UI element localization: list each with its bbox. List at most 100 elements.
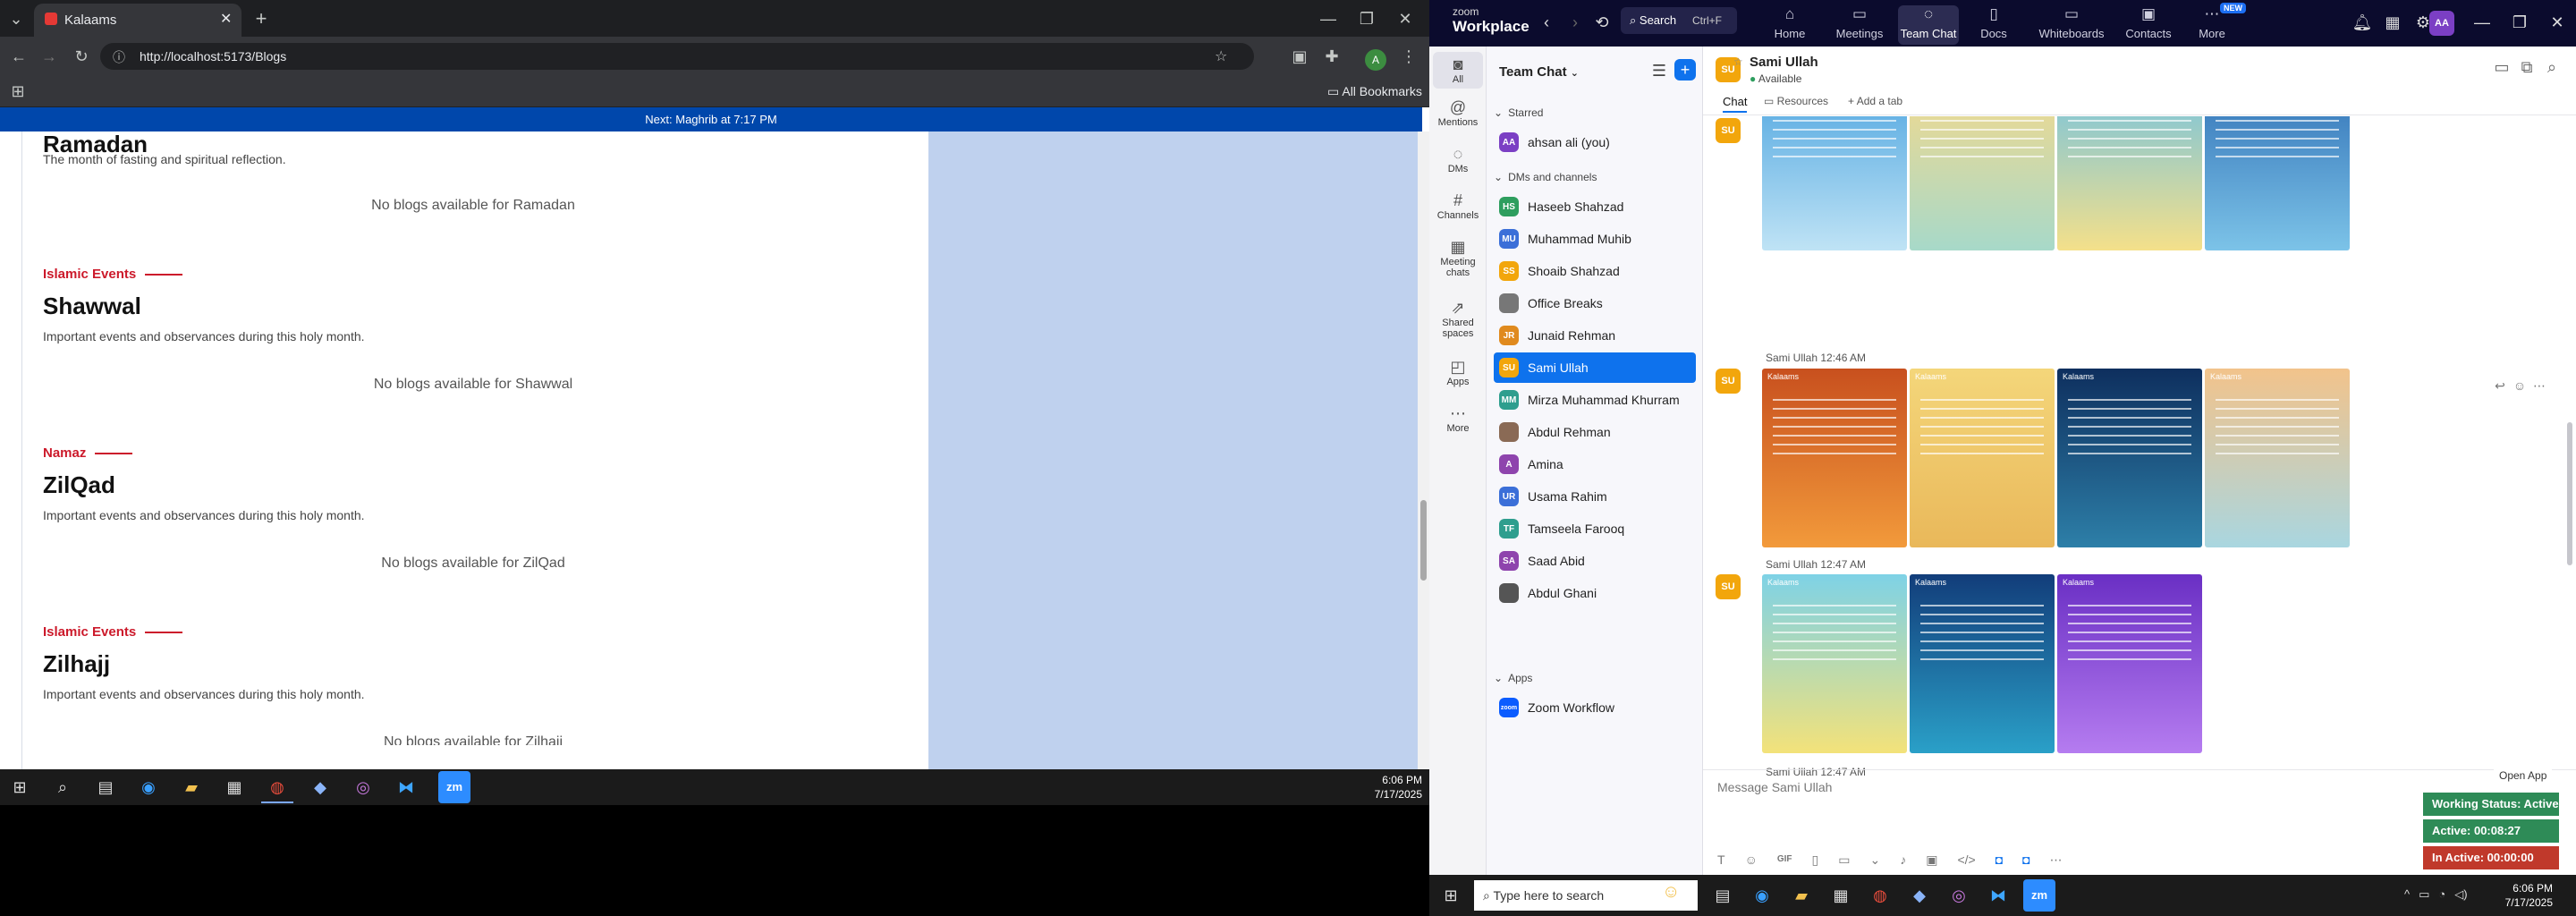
address-bar[interactable]: ⓘ http://localhost:5173/Blogs ☆ xyxy=(100,43,1254,70)
rail-apps[interactable]: ◰ Apps xyxy=(1433,358,1483,387)
back-icon[interactable]: ← xyxy=(5,43,32,70)
app-icon[interactable]: ◆ xyxy=(1903,879,1936,912)
shared-image[interactable]: Kalaams xyxy=(1762,574,1907,753)
scrollbar-thumb[interactable] xyxy=(1420,500,1427,581)
shared-image[interactable]: Kalaams xyxy=(1762,116,1907,250)
list-item[interactable]: MU Muhammad Muhib xyxy=(1494,224,1696,254)
calendar-icon[interactable]: ▦ xyxy=(2381,9,2404,36)
tab-meetings[interactable]: ▭ Meetings xyxy=(1832,5,1887,45)
zoom-taskbar-icon[interactable]: zm xyxy=(2023,879,2055,912)
chrome-icon[interactable]: ◍ xyxy=(261,771,293,803)
message-input[interactable]: Message Sami Ullah xyxy=(1717,780,2415,825)
tab-home[interactable]: ⌂ Home xyxy=(1762,5,1818,45)
vscode-icon[interactable]: ⧓ xyxy=(390,771,422,803)
shared-image[interactable]: Kalaams xyxy=(1910,116,2055,250)
app-icon[interactable]: ◘ xyxy=(2022,852,2029,872)
rail-meeting-chats[interactable]: ▦ Meeting chats xyxy=(1433,238,1483,278)
zoom-taskbar-icon[interactable]: zm xyxy=(438,771,470,803)
search-icon[interactable]: ⌕ xyxy=(2540,54,2563,81)
notifications-icon[interactable]: 🔔︎ xyxy=(2351,9,2374,36)
github-icon[interactable]: ◎ xyxy=(347,771,379,803)
rail-channels[interactable]: # Channels xyxy=(1433,191,1483,221)
history-icon[interactable]: ⟲ xyxy=(1590,9,1614,36)
network-icon[interactable]: ▭ xyxy=(2419,887,2429,902)
rail-shared-spaces[interactable]: ⇗ Shared spaces xyxy=(1433,299,1483,339)
store-icon[interactable]: ▦ xyxy=(218,771,250,803)
vscode-icon[interactable]: ⧓ xyxy=(1982,879,2014,912)
team-chat-title[interactable]: Team Chat ⌄ xyxy=(1499,64,1579,80)
all-bookmarks-link[interactable]: ▭ All Bookmarks xyxy=(1327,84,1422,99)
format-text-icon[interactable]: T xyxy=(1717,852,1725,872)
maximize-icon[interactable]: ❐ xyxy=(1353,5,1380,32)
profile-avatar[interactable]: A xyxy=(1365,49,1386,71)
rail-all[interactable]: ◙ All xyxy=(1433,52,1483,89)
reload-icon[interactable]: ↻ xyxy=(68,43,95,70)
tab-whiteboards[interactable]: ▭ Whiteboards xyxy=(2034,5,2109,45)
microphone-icon[interactable]: ♪ xyxy=(1900,852,1906,872)
shared-image[interactable]: Kalaams xyxy=(2057,369,2202,547)
task-view-icon[interactable]: ▤ xyxy=(89,771,122,803)
tab-chat[interactable]: Chat xyxy=(1723,95,1748,113)
list-item[interactable]: UR Usama Rahim xyxy=(1494,481,1696,512)
tab-add[interactable]: + Add a tab xyxy=(1848,95,1902,107)
list-item[interactable]: SU Sami Ullah xyxy=(1494,352,1696,383)
close-window-icon[interactable]: ✕ xyxy=(1392,5,1419,32)
minimize-icon[interactable]: — xyxy=(2469,9,2496,36)
file-icon[interactable]: ▯ xyxy=(1812,852,1819,872)
video-call-icon[interactable]: ▭ xyxy=(2490,54,2513,81)
more-icon[interactable]: ⋯ xyxy=(2050,852,2063,872)
list-item[interactable]: Abdul Ghani xyxy=(1494,578,1696,608)
shared-image[interactable]: Kalaams xyxy=(2205,369,2350,547)
list-item[interactable]: AA ahsan ali (you) xyxy=(1494,127,1696,157)
close-window-icon[interactable]: ✕ xyxy=(2544,9,2571,36)
reply-icon[interactable]: ↩ xyxy=(2490,372,2510,399)
list-item[interactable]: Office Breaks xyxy=(1494,288,1696,318)
list-item[interactable]: JR Junaid Rehman xyxy=(1494,320,1696,351)
volume-icon[interactable]: ◁) xyxy=(2454,887,2467,902)
video-message-icon[interactable]: ▣ xyxy=(1926,852,1937,872)
file-explorer-icon[interactable]: ▰ xyxy=(1785,879,1818,912)
list-item[interactable]: HS Haseeb Shahzad xyxy=(1494,191,1696,222)
emoji-widget-icon[interactable]: ☺ xyxy=(1662,882,1680,903)
close-tab-icon[interactable]: ✕ xyxy=(220,10,232,28)
store-icon[interactable]: ▦ xyxy=(1825,879,1857,912)
code-icon[interactable]: </> xyxy=(1957,852,1975,872)
tab-docs[interactable]: ▯ Docs xyxy=(1971,5,2016,45)
list-item[interactable]: zoom Zoom Workflow xyxy=(1494,692,1696,723)
starred-section[interactable]: ⌄ Starred xyxy=(1494,102,1696,123)
minimize-icon[interactable]: — xyxy=(1315,5,1342,32)
search-button[interactable]: ⌕ Search Ctrl+F xyxy=(1621,7,1737,34)
maximize-icon[interactable]: ❐ xyxy=(2506,9,2533,36)
open-app-button[interactable]: Open App xyxy=(2494,768,2553,784)
chevron-down-icon[interactable]: ⌄ xyxy=(1869,852,1880,872)
rail-more[interactable]: ⋯ More xyxy=(1433,404,1483,434)
tab-team-chat[interactable]: ◌ Team Chat xyxy=(1898,5,1959,45)
wifi-icon[interactable]: ◔ xyxy=(2438,887,2445,902)
windows-start-icon[interactable]: ⊞ xyxy=(1435,879,1467,912)
apps-section[interactable]: ⌄ Apps xyxy=(1494,667,1696,689)
gif-icon[interactable]: GIF xyxy=(1777,852,1792,872)
chat-contact-name[interactable]: Sami Ullah xyxy=(1750,55,1818,70)
shared-image[interactable]: Kalaams xyxy=(1762,369,1907,547)
rail-dms[interactable]: ◌ DMs xyxy=(1433,145,1483,174)
app-icon[interactable]: ◆ xyxy=(304,771,336,803)
tab-resources[interactable]: ▭ Resources xyxy=(1764,95,1828,107)
forward-icon[interactable]: → xyxy=(36,43,63,70)
site-info-icon[interactable]: ⓘ xyxy=(113,48,125,66)
list-item[interactable]: MM Mirza Muhammad Khurram xyxy=(1494,385,1696,415)
screenshot-icon[interactable]: ▭ xyxy=(1838,852,1850,872)
shared-image[interactable]: Kalaams xyxy=(2057,116,2202,250)
github-icon[interactable]: ◎ xyxy=(1943,879,1975,912)
chrome-icon[interactable]: ◍ xyxy=(1864,879,1896,912)
chat-scrollbar-thumb[interactable] xyxy=(2567,422,2572,565)
emoji-icon[interactable]: ☺ xyxy=(2510,372,2529,399)
apps-grid-icon[interactable]: ⊞ xyxy=(5,78,30,105)
back-icon[interactable]: ‹ xyxy=(1535,9,1558,36)
chevron-up-icon[interactable]: ^ xyxy=(2404,887,2410,902)
star-icon[interactable]: ☆ xyxy=(1733,55,1743,68)
shared-image[interactable]: Kalaams xyxy=(2205,116,2350,250)
dms-section[interactable]: ⌄ DMs and channels xyxy=(1494,166,1696,188)
new-tab-icon[interactable]: + xyxy=(249,5,274,32)
task-view-icon[interactable]: ▤ xyxy=(1707,879,1739,912)
bookmark-star-icon[interactable]: ☆ xyxy=(1215,47,1227,65)
